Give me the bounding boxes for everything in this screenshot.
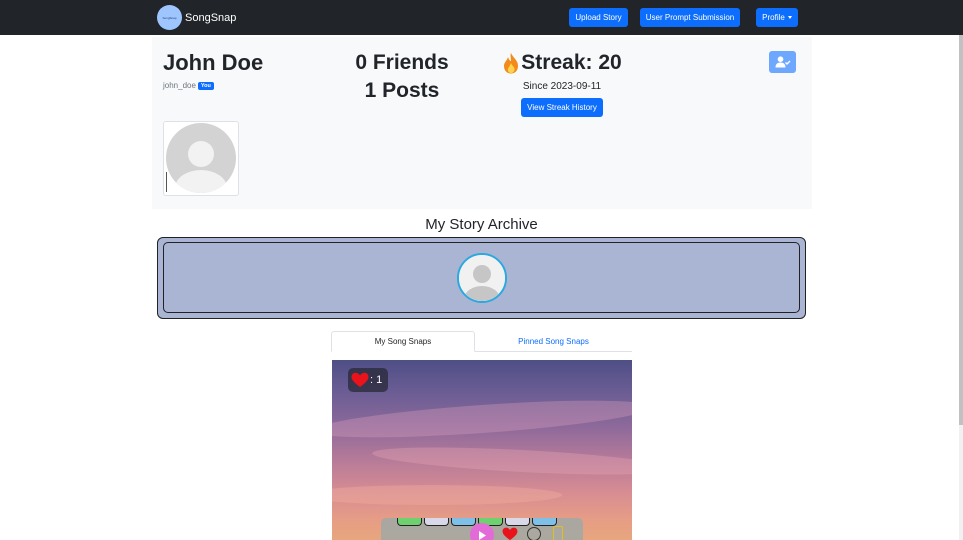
profile-dropdown-button[interactable]: Profile bbox=[756, 8, 798, 27]
bookmark-icon[interactable] bbox=[553, 526, 563, 540]
play-icon bbox=[479, 530, 486, 540]
sky-cloud bbox=[332, 393, 632, 445]
friends-count[interactable]: 0 Friends bbox=[322, 51, 482, 75]
caret-down-icon bbox=[787, 16, 792, 19]
brand-logo-text: SongSnap bbox=[162, 15, 177, 20]
page-scrollbar[interactable] bbox=[959, 35, 963, 540]
user-prompt-submission-button[interactable]: User Prompt Submission bbox=[640, 8, 740, 27]
streak-section: Streak: 20 Since 2023-09-11 View Streak … bbox=[502, 51, 622, 117]
streak-value: Streak: 20 bbox=[521, 51, 622, 74]
sky-cloud bbox=[332, 485, 562, 505]
avatar-placeholder-icon bbox=[459, 255, 505, 301]
story-archive bbox=[157, 237, 806, 319]
navbar: SongSnap SongSnap Upload Story User Prom… bbox=[0, 0, 963, 35]
story-archive-inner bbox=[163, 242, 800, 313]
fire-icon bbox=[504, 53, 519, 74]
profile-avatar[interactable] bbox=[163, 121, 239, 196]
brand-logo: SongSnap bbox=[157, 5, 182, 30]
streak-since: Since 2023-09-11 bbox=[522, 81, 602, 92]
friend-status-button[interactable] bbox=[769, 51, 796, 73]
profile-username: john_doe bbox=[163, 81, 196, 90]
music-player bbox=[381, 518, 583, 540]
heart-icon[interactable] bbox=[502, 527, 518, 540]
brand-link[interactable]: SongSnap SongSnap bbox=[157, 5, 236, 30]
avatar-placeholder-icon bbox=[166, 123, 236, 193]
profile-name: John Doe bbox=[163, 50, 264, 75]
like-count-badge: : 1 bbox=[348, 368, 389, 392]
streak-heading: Streak: 20 bbox=[502, 51, 622, 75]
posts-count: 1 Posts bbox=[364, 79, 440, 102]
scrollbar-thumb[interactable] bbox=[959, 35, 963, 425]
profile-username-row: john_doe You bbox=[163, 81, 214, 90]
song-snaps-tabs: My Song Snaps Pinned Song Snaps bbox=[331, 331, 632, 352]
tab-my-song-snaps[interactable]: My Song Snaps bbox=[331, 331, 475, 352]
comment-icon[interactable] bbox=[527, 527, 541, 540]
play-button[interactable] bbox=[470, 523, 494, 540]
story-archive-title: My Story Archive bbox=[425, 216, 538, 233]
like-count: : 1 bbox=[370, 374, 383, 386]
you-badge: You bbox=[197, 81, 214, 90]
upload-story-button[interactable]: Upload Story bbox=[569, 8, 628, 27]
tab-pinned-song-snaps[interactable]: Pinned Song Snaps bbox=[475, 331, 632, 352]
sky-cloud bbox=[371, 442, 632, 480]
profile-dropdown-label: Profile bbox=[762, 13, 785, 22]
story-avatar[interactable] bbox=[457, 253, 507, 303]
view-streak-history-button[interactable]: View Streak History bbox=[521, 98, 603, 117]
add-friend-icon bbox=[775, 56, 790, 68]
song-snap-post[interactable]: : 1 bbox=[332, 360, 632, 540]
heart-icon bbox=[351, 372, 369, 387]
profile-card: John Doe john_doe You 0 Friends 1 Posts … bbox=[152, 37, 812, 209]
brand-name: SongSnap bbox=[185, 11, 237, 24]
